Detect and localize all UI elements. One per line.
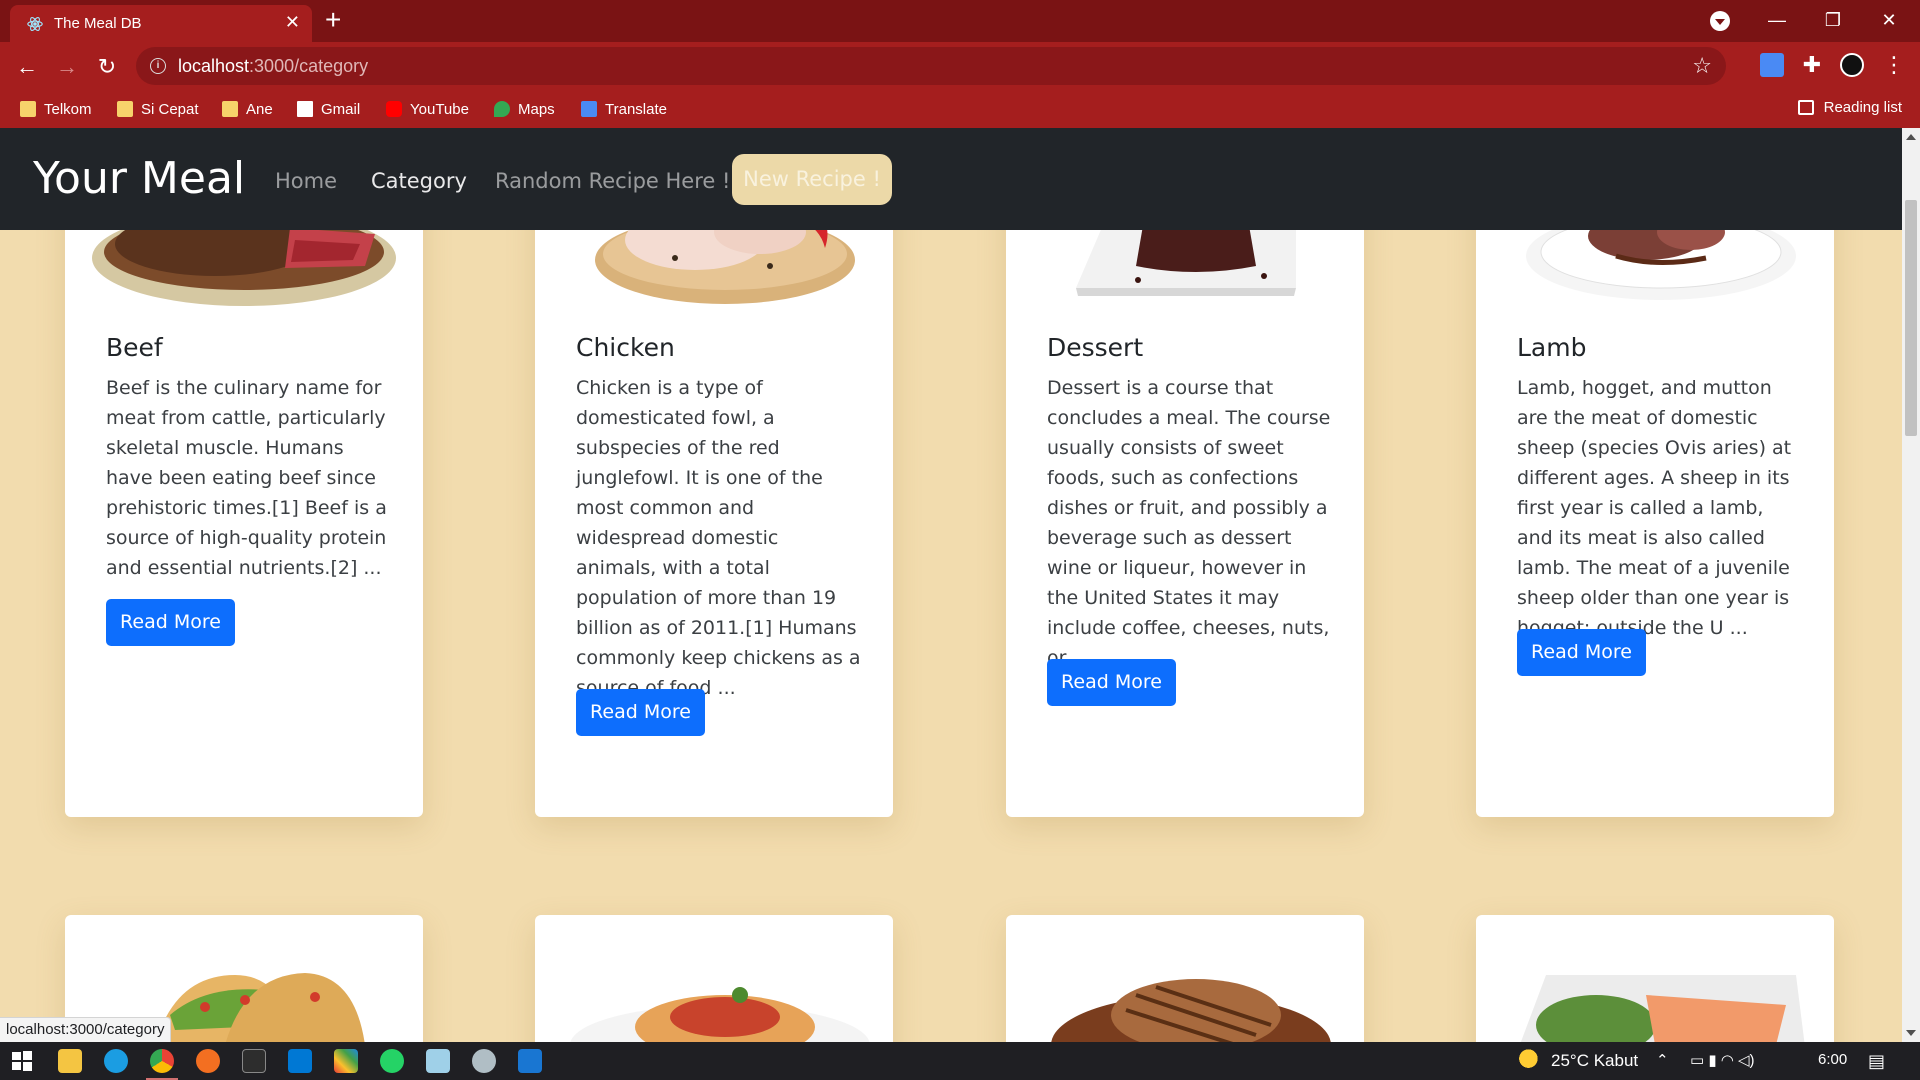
- bookmark-gmail[interactable]: Gmail: [297, 99, 360, 119]
- reading-list-icon: [1797, 100, 1814, 115]
- whatsapp-icon[interactable]: [380, 1049, 404, 1073]
- read-more-button[interactable]: Read More: [1047, 659, 1176, 706]
- folder-icon: [20, 101, 36, 117]
- card-description: Lamb, hogget, and mutton are the meat of…: [1517, 377, 1792, 639]
- bookmark-telkom[interactable]: Telkom: [20, 99, 92, 119]
- tray-chevron-icon[interactable]: ⌃: [1656, 1051, 1669, 1069]
- windows-taskbar: 25°C Kabut ⌃ ▭ ▮ ◠ ◁) 6:00 ▤: [0, 1042, 1920, 1080]
- pasta-image: [570, 987, 870, 1042]
- tray-status-icons[interactable]: ▭ ▮ ◠ ◁): [1690, 1051, 1755, 1069]
- chrome-icon[interactable]: [150, 1049, 174, 1073]
- url-text[interactable]: localhost:3000/category: [178, 56, 368, 77]
- close-tab-icon[interactable]: ✕: [285, 13, 300, 31]
- site-navbar: Your Meal Home Category Random Recipe He…: [0, 128, 1902, 230]
- address-bar[interactable]: i localhost:3000/category ☆: [136, 47, 1726, 85]
- bookmark-si-cepat[interactable]: Si Cepat: [117, 99, 199, 119]
- scroll-down-icon[interactable]: [1906, 1030, 1916, 1036]
- tab-search-icon[interactable]: [1710, 11, 1730, 31]
- browser-toolbar: ← → ↻ i localhost:3000/category ☆: [0, 42, 1920, 90]
- new-recipe-button[interactable]: New Recipe !: [732, 154, 892, 205]
- file-explorer-icon[interactable]: [58, 1049, 82, 1073]
- reading-list-button[interactable]: Reading list: [1797, 99, 1902, 116]
- bookmark-maps[interactable]: Maps: [494, 99, 555, 119]
- postman-icon[interactable]: [196, 1049, 220, 1073]
- extensions-puzzle-icon[interactable]: ✚: [1800, 53, 1824, 77]
- bookmark-youtube[interactable]: YouTube: [386, 99, 469, 119]
- card-title: Dessert: [1047, 333, 1144, 362]
- card-description: Beef is the culinary name for meat from …: [106, 377, 387, 579]
- read-more-button[interactable]: Read More: [576, 689, 705, 736]
- scroll-up-icon[interactable]: [1906, 134, 1916, 140]
- weather-text[interactable]: 25°C Kabut: [1551, 1051, 1638, 1071]
- category-card-row2-4: [1476, 915, 1834, 1042]
- link-status-bubble: localhost:3000/category: [0, 1017, 172, 1042]
- profile-avatar[interactable]: [1840, 53, 1864, 77]
- nav-link-home[interactable]: Home: [275, 168, 337, 194]
- card-title: Lamb: [1517, 333, 1587, 362]
- card-title: Chicken: [576, 333, 675, 362]
- app-icon[interactable]: [334, 1049, 358, 1073]
- reload-icon[interactable]: ↻: [92, 52, 122, 82]
- maps-icon: [494, 101, 510, 117]
- bookmark-ane[interactable]: Ane: [222, 99, 273, 119]
- photos-icon[interactable]: [518, 1049, 542, 1073]
- clock[interactable]: 6:00: [1818, 1051, 1847, 1068]
- minimize-button[interactable]: —: [1749, 0, 1805, 42]
- forward-icon[interactable]: →: [52, 52, 82, 82]
- page-scrollbar[interactable]: [1902, 128, 1920, 1042]
- seafood-image: [1520, 975, 1805, 1042]
- pork-image: [1051, 979, 1331, 1042]
- bookmark-star-icon[interactable]: ☆: [1692, 53, 1712, 79]
- card-description: Chicken is a type of domesticated fowl, …: [576, 377, 861, 699]
- google-translate-ext-icon[interactable]: [1760, 53, 1784, 77]
- terminal-icon[interactable]: [242, 1049, 266, 1073]
- notification-icon[interactable]: ▤: [1868, 1051, 1885, 1072]
- gmail-icon: [297, 101, 313, 117]
- site-info-icon[interactable]: i: [150, 58, 166, 74]
- youtube-icon: [386, 101, 402, 117]
- category-card-lamb: Lamb Lamb, hogget, and mutton are the me…: [1476, 188, 1834, 817]
- category-card-beef: Beef Beef is the culinary name for meat …: [65, 188, 423, 817]
- edge-icon[interactable]: [104, 1049, 128, 1073]
- card-description: Dessert is a course that concludes a mea…: [1047, 377, 1331, 669]
- translate-icon: [581, 101, 597, 117]
- brand-logo[interactable]: Your Meal: [33, 154, 245, 204]
- new-tab-button[interactable]: +: [325, 6, 341, 34]
- tab-title: The Meal DB: [54, 15, 142, 32]
- vscode-icon[interactable]: [288, 1049, 312, 1073]
- notepad-icon[interactable]: [426, 1049, 450, 1073]
- folder-icon: [222, 101, 238, 117]
- bookmark-translate[interactable]: Translate: [581, 99, 667, 119]
- close-window-button[interactable]: ✕: [1861, 0, 1917, 42]
- category-card-row2-3: [1006, 915, 1364, 1042]
- read-more-button[interactable]: Read More: [106, 599, 235, 646]
- menu-kebab-icon[interactable]: ⋮: [1882, 53, 1906, 77]
- scrollbar-thumb[interactable]: [1905, 200, 1917, 436]
- category-card-row2-2: [535, 915, 893, 1042]
- bookmarks-bar: Telkom Si Cepat Ane Gmail YouTube Maps T…: [0, 90, 1920, 128]
- react-icon: [27, 17, 43, 31]
- category-card-chicken: Chicken Chicken is a type of domesticate…: [535, 188, 893, 817]
- back-icon[interactable]: ←: [12, 52, 42, 82]
- weather-moon-icon[interactable]: [1514, 1049, 1538, 1073]
- windows-start-icon[interactable]: [10, 1049, 34, 1073]
- app-icon-2[interactable]: [472, 1049, 496, 1073]
- card-title: Beef: [106, 333, 163, 362]
- tab-strip: The Meal DB ✕ + — ❐ ✕: [0, 0, 1920, 42]
- page-viewport: Your Meal Home Category Random Recipe He…: [0, 128, 1902, 1042]
- active-tab[interactable]: The Meal DB ✕: [10, 5, 312, 42]
- category-card-dessert: Dessert Dessert is a course that conclud…: [1006, 188, 1364, 817]
- folder-icon: [117, 101, 133, 117]
- nav-link-random-recipe[interactable]: Random Recipe Here !: [495, 168, 730, 194]
- read-more-button[interactable]: Read More: [1517, 629, 1646, 676]
- nav-link-category[interactable]: Category: [371, 168, 467, 194]
- restore-button[interactable]: ❐: [1805, 0, 1861, 42]
